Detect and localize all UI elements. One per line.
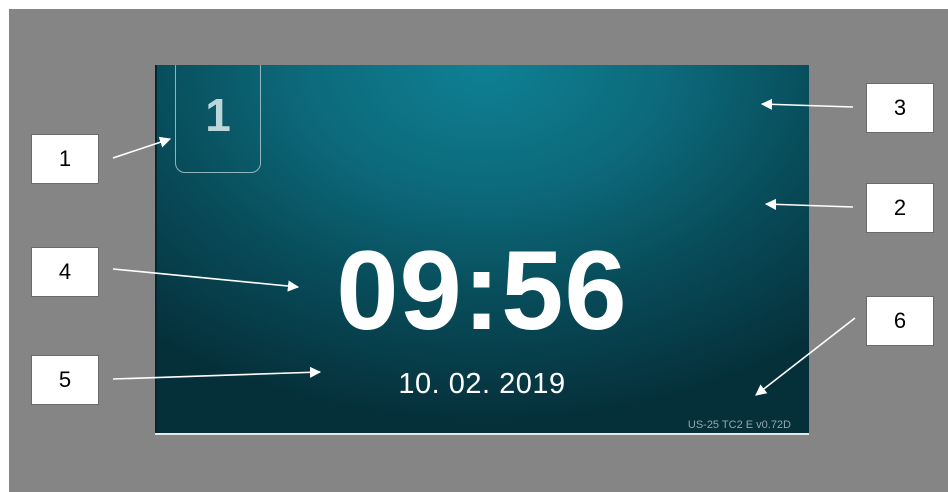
arrow-3 (760, 98, 854, 110)
callout-arrows (112, 98, 856, 396)
callout-2: 2 (866, 183, 934, 233)
arrow-1 (112, 136, 172, 159)
callout-1: 1 (31, 134, 99, 184)
arrow-6 (755, 317, 856, 396)
callout-4: 4 (31, 247, 99, 297)
arrow-4 (112, 268, 300, 292)
arrow-5 (112, 366, 322, 380)
arrow-2 (764, 198, 854, 210)
callout-3: 3 (866, 83, 934, 133)
callout-6: 6 (866, 296, 934, 346)
callout-5: 5 (31, 355, 99, 405)
